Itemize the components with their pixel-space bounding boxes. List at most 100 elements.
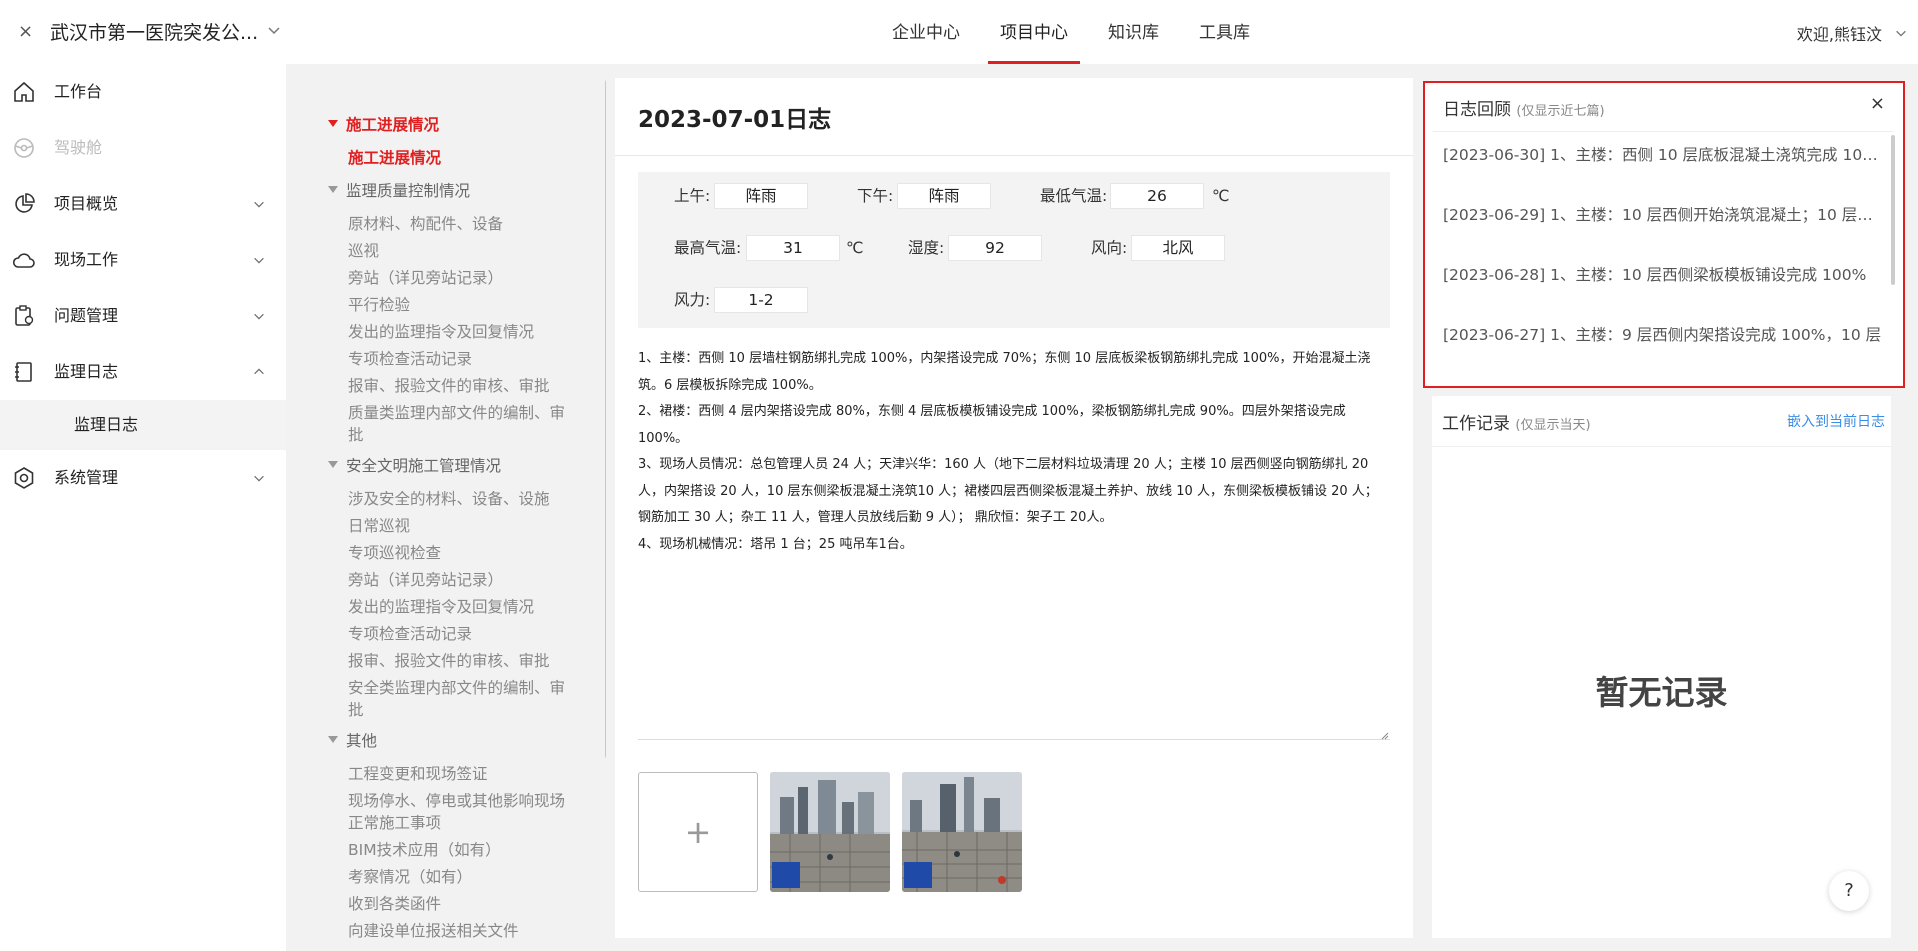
min-temp-input[interactable]: 26 xyxy=(1110,183,1204,209)
review-log-item[interactable]: [2023-06-30] 1、主楼：西侧 10 层底板混凝土浇筑完成 100% xyxy=(1443,143,1883,167)
upload-image-button[interactable]: + xyxy=(638,772,758,892)
outline-item[interactable]: 收到各类函件 xyxy=(348,893,580,915)
outline-item[interactable]: 专项检查活动记录 xyxy=(348,348,580,370)
chevron-down-icon xyxy=(254,201,264,208)
sidebar-item-field-work[interactable]: 现场工作 xyxy=(0,232,286,288)
wind-direction-input[interactable]: 北风 xyxy=(1131,235,1225,261)
close-icon[interactable]: × xyxy=(1870,93,1885,114)
work-record-panel: 工作记录 (仅显示当天) 嵌入到当前日志 暂无记录 xyxy=(1432,396,1891,938)
nav-project-center[interactable]: 项目中心 xyxy=(988,0,1080,64)
user-menu[interactable]: 欢迎,熊钰汶 xyxy=(1797,21,1882,45)
outline-item[interactable]: 原材料、构配件、设备 xyxy=(348,213,580,235)
nav-tool-library[interactable]: 工具库 xyxy=(1187,0,1262,64)
outline-item[interactable]: 旁站（详见旁站记录） xyxy=(348,569,580,591)
sidebar-item-cockpit[interactable]: 驾驶舱 xyxy=(0,120,286,176)
caret-down-icon xyxy=(328,186,338,193)
outline-item[interactable]: 旁站（详见旁站记录） xyxy=(348,267,580,289)
sidebar-item-label: 问题管理 xyxy=(54,306,119,325)
outline-group-other[interactable]: 其他 xyxy=(328,730,377,752)
review-scrollbar[interactable] xyxy=(1891,135,1895,285)
site-photo-thumbnail[interactable] xyxy=(902,772,1022,892)
chevron-down-icon xyxy=(254,313,264,320)
log-paragraph: 3、现场人员情况：总包管理人员 24 人；天津兴华：160 人（地下二层材料垃圾… xyxy=(638,457,1378,525)
chevron-down-icon xyxy=(254,257,264,264)
outline-scrollbar[interactable] xyxy=(605,79,606,759)
wind-direction-label: 风向: xyxy=(1091,239,1128,257)
review-log-item[interactable]: [2023-06-27] 1、主楼：9 层西侧内架搭设完成 100%，10 层 xyxy=(1443,323,1883,347)
outline-item[interactable]: 报审、报验文件的审核、审批 xyxy=(348,650,580,672)
outline-item[interactable]: 向建设单位报送相关文件 xyxy=(348,920,580,942)
outline-group-safety[interactable]: 安全文明施工管理情况 xyxy=(328,455,501,477)
log-outline: 施工进展情况 施工进展情况 监理质量控制情况 原材料、构配件、设备 巡视 旁站（… xyxy=(300,64,606,951)
log-content-textarea[interactable]: 1、主楼：西侧 10 层墙柱钢筋绑扎完成 100%，内架搭设完成 70%；东侧 … xyxy=(638,346,1390,740)
morning-weather-input[interactable]: 阵雨 xyxy=(714,183,808,209)
outline-item[interactable]: 日常巡视 xyxy=(348,515,580,537)
resize-handle-icon[interactable] xyxy=(1379,730,1389,740)
outline-item[interactable]: 涉及安全的材料、设备、设施 xyxy=(348,488,580,510)
sidebar-item-supervision-log[interactable]: 监理日志 xyxy=(0,344,286,400)
project-selector[interactable]: 武汉市第一医院突发公... xyxy=(50,18,258,45)
max-temp-input[interactable]: 31 xyxy=(746,235,840,261)
outline-item[interactable]: 现场停水、停电或其他影响现场正常施工事项 xyxy=(348,790,580,834)
outline-item[interactable]: 报审、报验文件的审核、审批 xyxy=(348,375,580,397)
review-log-item[interactable]: [2023-06-28] 1、主楼：10 层西侧梁板模板铺设完成 100% xyxy=(1443,263,1883,287)
unit-celsius: ℃ xyxy=(846,239,864,257)
outline-item[interactable]: 专项检查活动记录 xyxy=(348,623,580,645)
sidebar-item-label: 现场工作 xyxy=(54,250,119,269)
outline-item[interactable]: 施工进展情况 xyxy=(348,147,580,169)
notebook-icon xyxy=(15,362,32,382)
sidebar-item-label: 工作台 xyxy=(54,82,103,101)
caret-down-icon xyxy=(328,461,338,468)
log-paragraph: 1、主楼：西侧 10 层墙柱钢筋绑扎完成 100%，内架搭设完成 70%；东侧 … xyxy=(638,351,1371,393)
max-temp-label: 最高气温: xyxy=(674,239,742,257)
outline-item[interactable]: 安全类监理内部文件的编制、审批 xyxy=(348,677,580,721)
review-log-item[interactable]: [2023-06-29] 1、主楼：10 层西侧开始浇筑混凝土；10 层东侧 xyxy=(1443,203,1883,227)
outline-item[interactable]: 巡视 xyxy=(348,240,580,262)
sidebar-item-label: 监理日志 xyxy=(54,362,119,381)
outline-item[interactable]: 发出的监理指令及回复情况 xyxy=(348,596,580,618)
embed-into-log-link[interactable]: 嵌入到当前日志 xyxy=(1787,411,1885,431)
weather-panel: 上午: 阵雨 下午: 阵雨 最低气温: 26 ℃ 最高气温: 31 ℃ 湿度: … xyxy=(638,172,1390,328)
morning-label: 上午: xyxy=(674,187,711,205)
caret-down-icon xyxy=(328,120,338,127)
site-photo-thumbnail[interactable] xyxy=(770,772,890,892)
outline-item[interactable]: 考察情况（如有） xyxy=(348,866,580,888)
sidebar-item-label: 驾驶舱 xyxy=(54,138,103,157)
caret-down-icon xyxy=(328,736,338,743)
nav-knowledge-base[interactable]: 知识库 xyxy=(1096,0,1171,64)
steering-icon xyxy=(14,138,34,158)
outline-item[interactable]: 工程变更和现场签证 xyxy=(348,763,580,785)
afternoon-weather-input[interactable]: 阵雨 xyxy=(897,183,991,209)
chevron-down-icon[interactable] xyxy=(266,22,282,38)
sidebar-subitem-supervision-log[interactable]: 监理日志 xyxy=(0,400,286,450)
log-paragraph: 2、裙楼：西侧 4 层内架搭设完成 80%，东侧 4 层底板模板铺设完成 100… xyxy=(638,404,1346,446)
wind-force-label: 风力: xyxy=(674,291,711,309)
chevron-up-icon xyxy=(254,368,264,375)
sidebar-subitem-label: 监理日志 xyxy=(74,415,139,434)
wind-force-input[interactable]: 1-2 xyxy=(714,287,808,313)
sidebar-item-issue-management[interactable]: 问题管理 xyxy=(0,288,286,344)
help-button[interactable]: ? xyxy=(1829,871,1869,911)
humidity-label: 湿度: xyxy=(908,239,945,257)
humidity-input[interactable]: 92 xyxy=(948,235,1042,261)
chevron-down-icon[interactable] xyxy=(1894,26,1908,40)
top-bar: × 武汉市第一医院突发公... 企业中心 项目中心 知识库 工具库 欢迎,熊钰汶 xyxy=(0,0,1918,64)
outline-item[interactable]: 专项巡视检查 xyxy=(348,542,580,564)
min-temp-label: 最低气温: xyxy=(1040,187,1108,205)
log-editor: 2023-07-01日志 上午: 阵雨 下午: 阵雨 最低气温: 26 ℃ 最高… xyxy=(615,78,1413,938)
unit-celsius: ℃ xyxy=(1212,187,1230,205)
sidebar-item-workbench[interactable]: 工作台 xyxy=(0,64,286,120)
close-icon[interactable]: × xyxy=(18,20,33,44)
outline-item[interactable]: 质量类监理内部文件的编制、审批 xyxy=(348,402,580,446)
home-icon xyxy=(14,81,34,102)
outline-item[interactable]: 平行检验 xyxy=(348,294,580,316)
outline-group-progress[interactable]: 施工进展情况 xyxy=(328,114,439,136)
nav-enterprise-center[interactable]: 企业中心 xyxy=(880,0,972,64)
sidebar-item-system-management[interactable]: 系统管理 xyxy=(0,450,286,506)
outline-group-quality[interactable]: 监理质量控制情况 xyxy=(328,180,470,202)
outline-item[interactable]: 发出的监理指令及回复情况 xyxy=(348,321,580,343)
divider xyxy=(1433,131,1893,132)
outline-item[interactable]: BIM技术应用（如有） xyxy=(348,839,580,861)
afternoon-label: 下午: xyxy=(857,187,894,205)
sidebar-item-project-overview[interactable]: 项目概览 xyxy=(0,176,286,232)
